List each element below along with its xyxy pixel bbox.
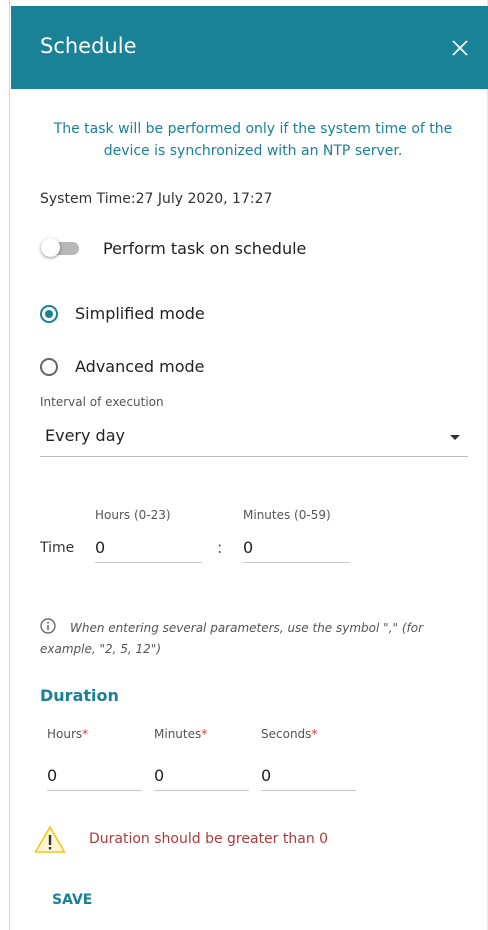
time-hours-value: 0 [95,538,106,557]
schedule-toggle-label[interactable]: Perform task on schedule [103,239,306,258]
simplified-mode-radio[interactable] [40,305,58,323]
dialog-header: Schedule [11,6,488,89]
duration-warning: Duration should be greater than 0 [89,831,329,847]
duration-hours-value: 0 [47,766,58,785]
interval-value: Every day [45,426,125,445]
duration-minutes-label-text: Minutes [154,727,202,741]
advanced-mode-label[interactable]: Advanced mode [75,357,205,376]
time-separator: : [217,538,223,557]
required-mark: * [82,727,89,741]
duration-seconds-label-text: Seconds [261,727,312,741]
ntp-notice: The task will be performed only if the s… [53,121,453,159]
system-time: System Time:27 July 2020, 17:27 [40,191,273,207]
interval-label: Interval of execution [40,395,164,409]
duration-minutes-input[interactable]: 0 [154,762,249,791]
time-hours-input[interactable]: 0 [95,534,202,563]
duration-hours-label-text: Hours [47,727,83,741]
close-icon [452,40,468,56]
duration-seconds-label: Seconds* [261,727,317,741]
schedule-toggle[interactable] [41,238,81,257]
info-text: When entering several parameters, use th… [40,621,424,656]
simplified-mode-label[interactable]: Simplified mode [75,304,205,323]
save-button[interactable]: SAVE [52,892,92,908]
duration-seconds-input[interactable]: 0 [261,762,356,791]
time-minutes-label: Minutes (0-59) [243,508,331,522]
duration-title: Duration [40,686,119,705]
advanced-mode-radio[interactable] [40,358,58,376]
time-minutes-input[interactable]: 0 [243,534,350,563]
duration-seconds-value: 0 [261,766,272,785]
duration-hours-label: Hours* [47,727,88,741]
chevron-down-icon [450,435,460,440]
time-hours-label: Hours (0-23) [95,508,171,522]
close-button[interactable] [450,38,470,58]
dialog-title: Schedule [40,34,137,58]
time-label: Time [40,540,75,556]
time-minutes-value: 0 [243,538,254,557]
panel-border [9,0,10,930]
duration-minutes-value: 0 [154,766,165,785]
schedule-dialog: Schedule The task will be performed only… [0,0,488,930]
duration-hours-input[interactable]: 0 [47,762,142,791]
required-mark: * [201,727,208,741]
toggle-knob [41,238,60,257]
warning-icon [34,826,66,853]
interval-select[interactable]: Every day [40,419,468,457]
duration-minutes-label: Minutes* [154,727,207,741]
radio-dot [45,310,53,318]
required-mark: * [311,727,318,741]
